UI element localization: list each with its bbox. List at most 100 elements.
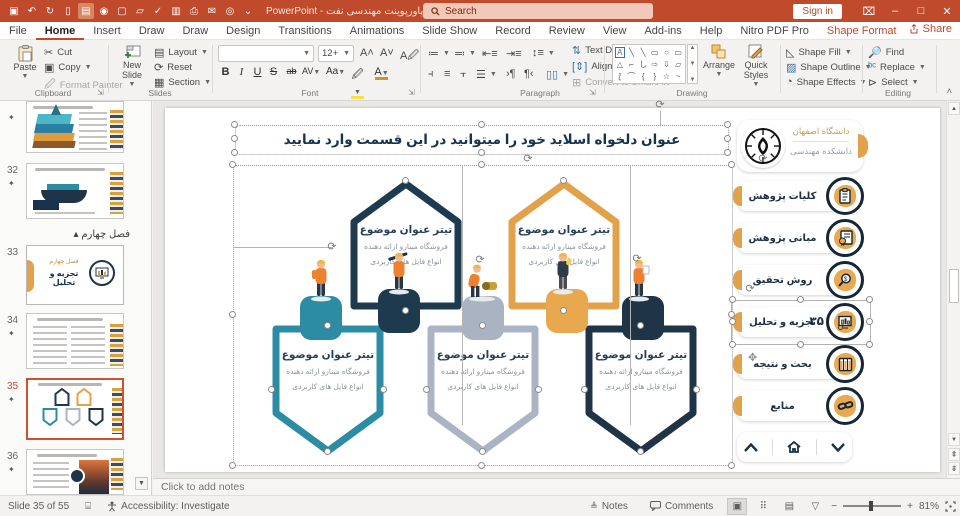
paragraph-dialog-launcher[interactable]: ⇲	[589, 88, 596, 97]
selection-handle[interactable]	[478, 121, 485, 128]
rotate-handle[interactable]: ⟳	[743, 281, 757, 295]
selection-handle[interactable]	[324, 448, 331, 455]
selection-handle[interactable]	[866, 341, 873, 348]
tab-draw-1[interactable]: Draw	[130, 22, 174, 40]
selection-handle[interactable]	[560, 177, 567, 184]
print-icon[interactable]: ⎙	[186, 3, 202, 19]
paste-button[interactable]: Paste ▼	[8, 45, 42, 82]
start-slideshow-icon[interactable]: ▯	[60, 3, 76, 19]
sign-in-button[interactable]: Sign in	[793, 3, 842, 19]
character-spacing-button[interactable]: AV▼	[302, 66, 320, 76]
tab-design[interactable]: Design	[217, 22, 269, 40]
selection-handle[interactable]	[724, 149, 731, 156]
text-shadow-button[interactable]: ab	[284, 66, 299, 76]
tab-view[interactable]: View	[594, 22, 636, 40]
selection-handle[interactable]	[728, 462, 735, 469]
share-button[interactable]: Share	[909, 23, 952, 35]
copy-button[interactable]: ▣ Copy ▼	[44, 61, 92, 74]
slide-35-editing-surface[interactable]: عنوان دلخواه اسلاید خود را میتوانید در ا…	[165, 108, 940, 472]
shape-fill-button[interactable]: ◺ Shape Fill ▼	[786, 46, 852, 59]
display-settings-icon[interactable]: ⌸	[77, 501, 99, 512]
zoom-in-icon[interactable]: +	[907, 501, 913, 512]
search-box[interactable]: Search	[423, 3, 653, 19]
bold-button[interactable]: B	[218, 66, 233, 78]
quick-styles-button[interactable]: Quick Styles ▼	[738, 44, 774, 90]
normal-view-icon[interactable]: ▣	[727, 497, 748, 515]
thumbnail-scroll-down-button[interactable]: ▼	[135, 477, 148, 490]
justify-button[interactable]: ☰ ▼	[476, 68, 497, 81]
selection-handle[interactable]	[729, 318, 736, 325]
zoom-percent[interactable]: 81%	[919, 501, 939, 512]
restore-button[interactable]: □	[908, 0, 934, 22]
selection-handle[interactable]	[581, 386, 588, 393]
tab-insert[interactable]: Insert	[84, 22, 130, 40]
cut-button[interactable]: ✂ Cut	[44, 46, 72, 59]
topic-hexagon-teal-down[interactable]: تیتر عنوان موضوع فروشگاه مینارو ارائه ده…	[272, 325, 384, 455]
shrink-font-button[interactable]: A˅	[380, 47, 394, 59]
selection-handle[interactable]	[324, 322, 331, 329]
find-button[interactable]: 🔎 Find	[868, 46, 904, 59]
scroll-up-icon[interactable]: ▲	[948, 102, 960, 115]
rtl-direction-button[interactable]: ¶‹	[524, 68, 534, 80]
rotate-handle[interactable]: ⟳	[473, 252, 487, 266]
print-preview-icon[interactable]: ▥	[168, 3, 184, 19]
zoom-slider-thumb[interactable]	[869, 501, 874, 511]
reading-view-icon[interactable]: ▤	[779, 498, 799, 515]
slide-thumbnail-35-selected[interactable]	[26, 378, 124, 440]
notes-toggle[interactable]: ≜ Notes	[582, 501, 636, 512]
slide-thumbnail-36[interactable]	[26, 449, 124, 495]
touch-mode-icon[interactable]: ◎	[222, 3, 238, 19]
rotate-handle[interactable]: ⟳	[325, 239, 339, 253]
selection-handle[interactable]	[637, 448, 644, 455]
change-case-button[interactable]: Aa▼	[326, 66, 345, 77]
arrange-button[interactable]: Arrange ▼	[702, 44, 736, 80]
selection-handle[interactable]	[479, 322, 486, 329]
scrollbar-thumb[interactable]	[949, 269, 959, 303]
shape-outline-button[interactable]: ▨ Shape Outline ▼	[786, 61, 872, 74]
shapes-gallery-scroll[interactable]: ▲ ▼ ▼	[687, 44, 698, 84]
selection-handle[interactable]	[231, 149, 238, 156]
selection-handle[interactable]	[479, 448, 486, 455]
line-spacing-button[interactable]: ↕≡ ▼	[532, 47, 555, 59]
selection-handle[interactable]	[535, 386, 542, 393]
save-icon[interactable]: ▣	[6, 3, 22, 19]
selection-handle[interactable]	[478, 161, 485, 168]
selection-handle[interactable]	[866, 318, 873, 325]
selection-handle[interactable]	[693, 386, 700, 393]
font-size-combobox[interactable]: 12+ ▼	[318, 45, 354, 62]
shapes-gallery[interactable]: A ╲ ╲ ▭ ○ ▭ △ ⌐ し ⇨ ⇩ ▱ ⟅ ⌒{} ☆ ~	[612, 44, 686, 84]
decrease-indent-button[interactable]: ⇤≡	[482, 47, 498, 60]
tab-shape-format[interactable]: Shape Format	[818, 22, 906, 40]
rotate-handle[interactable]: ⟳	[756, 151, 770, 165]
nav-up-icon[interactable]	[744, 442, 758, 452]
selection-handle[interactable]	[560, 307, 567, 314]
selection-handle[interactable]	[231, 121, 238, 128]
slideshow-view-icon[interactable]: ▽	[805, 498, 825, 515]
open-file-icon[interactable]: ▱	[132, 3, 148, 19]
spellcheck-icon[interactable]: ✓	[150, 3, 166, 19]
next-slide-icon[interactable]: ⇟	[948, 462, 960, 475]
collapse-ribbon-icon[interactable]: ˄	[947, 86, 952, 96]
slide-thumbnail-32[interactable]	[26, 163, 124, 219]
zoom-out-icon[interactable]: −	[831, 501, 837, 512]
slide-thumbnail-34[interactable]	[26, 313, 124, 369]
selection-handle[interactable]	[728, 311, 735, 318]
strikethrough-button[interactable]: S	[266, 66, 281, 78]
new-file-icon[interactable]: ▢	[114, 3, 130, 19]
reset-button[interactable]: ⟳ Reset	[154, 61, 192, 74]
selection-handle[interactable]	[724, 121, 731, 128]
tab-animations[interactable]: Animations	[341, 22, 413, 40]
qat-customize-icon[interactable]: ⌄	[240, 3, 256, 19]
align-left-button[interactable]: ⫞	[428, 68, 434, 81]
selection-handle[interactable]	[637, 322, 644, 329]
tab-nitro-pdf-pro[interactable]: Nitro PDF Pro	[731, 22, 817, 40]
minimize-button[interactable]: –	[882, 0, 908, 22]
selection-handle[interactable]	[268, 386, 275, 393]
slide-counter[interactable]: Slide 35 of 55	[0, 501, 77, 512]
redo-icon[interactable]: ↻	[42, 3, 58, 19]
selection-handle[interactable]	[797, 296, 804, 303]
selection-handle[interactable]	[724, 135, 731, 142]
vertical-scrollbar[interactable]: ▲ ▼ ⇞ ⇟	[946, 101, 960, 478]
tab-home[interactable]: Home	[36, 22, 85, 40]
font-dialog-launcher[interactable]: ⇲	[408, 88, 415, 97]
